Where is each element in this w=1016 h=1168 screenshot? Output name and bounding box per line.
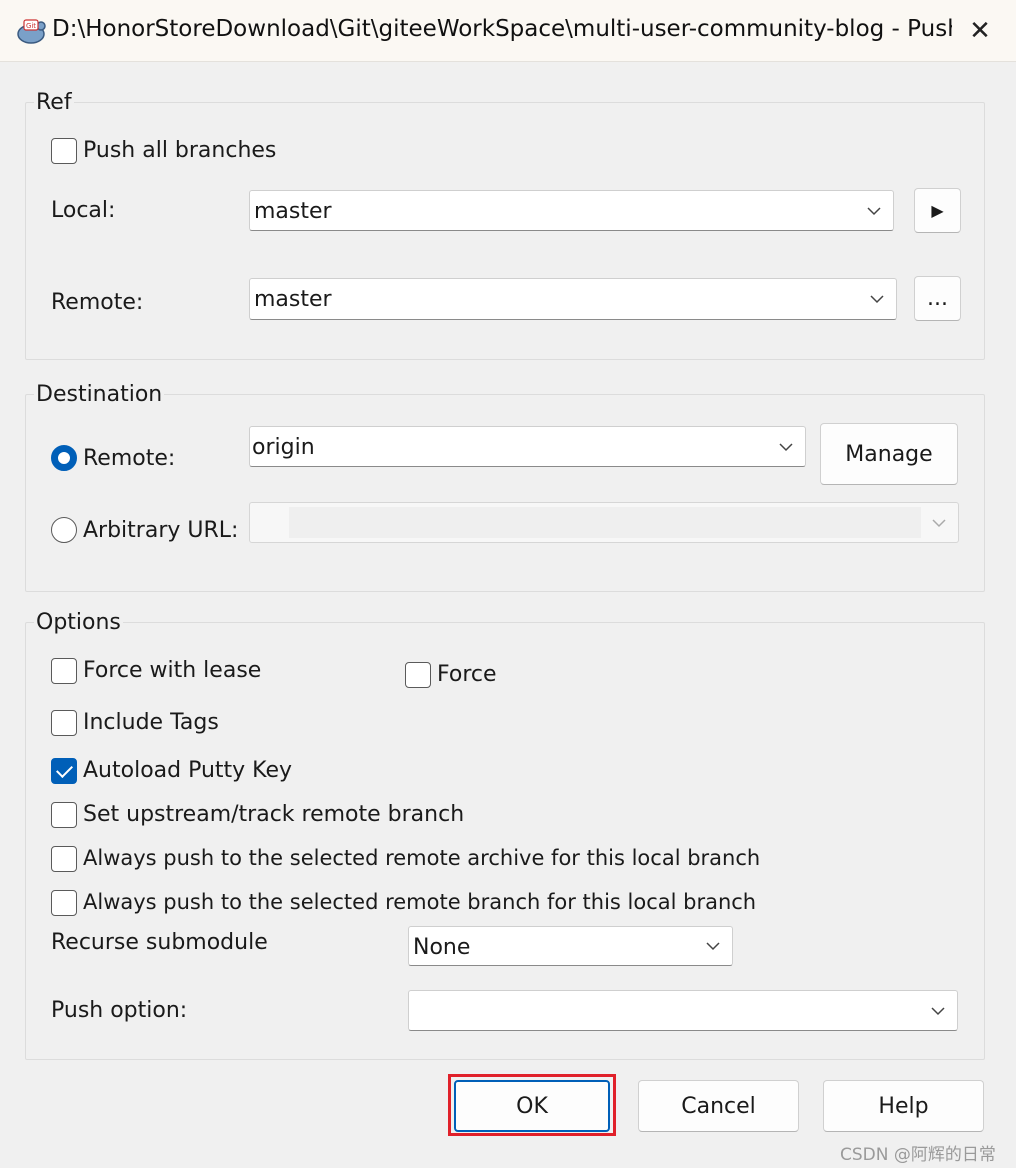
help-button[interactable]: Help [823,1080,984,1132]
local-branch-combo[interactable]: master [249,190,894,231]
watermark: CSDN @阿辉的日常 [840,1145,996,1165]
always-push-archive-label: Always push to the selected remote archi… [83,846,761,870]
play-arrow-icon: ▶ [931,201,944,220]
local-browse-button[interactable]: ▶ [914,188,961,233]
remote-branch-value: master [254,287,332,312]
always-push-branch-label: Always push to the selected remote branc… [83,890,757,914]
manage-button-label: Manage [845,441,933,467]
ok-button[interactable]: OK [454,1080,610,1132]
help-button-label: Help [878,1093,929,1119]
arbitrary-url-combo[interactable] [249,502,959,543]
include-tags-checkbox[interactable] [51,710,77,736]
close-button[interactable]: ✕ [950,6,1010,56]
chevron-down-icon [931,1006,945,1015]
push-all-branches-label: Push all branches [83,138,277,163]
always-push-archive-checkbox[interactable] [51,846,77,872]
title-bar: Git D:\HonorStoreDownload\Git\giteeWorkS… [0,0,1016,62]
remote-branch-browse-button[interactable]: ... [914,276,961,321]
manage-button[interactable]: Manage [820,423,958,485]
set-upstream-label: Set upstream/track remote branch [83,802,465,827]
svg-text:Git: Git [26,22,36,30]
include-tags-label: Include Tags [83,710,219,735]
ref-group-title: Ref [34,90,74,115]
remote-radio-label: Remote: [83,446,176,471]
remote-value: origin [252,435,315,460]
local-branch-value: master [254,199,332,224]
remote-combo[interactable]: origin [249,426,806,467]
autoload-putty-key-checkbox[interactable] [51,758,77,784]
recurse-submodule-label: Recurse submodule [51,930,268,955]
remote-radio[interactable] [51,445,77,471]
remote-branch-combo[interactable]: master [249,278,897,320]
push-option-combo[interactable] [408,990,958,1031]
force-with-lease-checkbox[interactable] [51,658,77,684]
push-all-branches-checkbox[interactable] [51,138,77,164]
autoload-putty-key-label: Autoload Putty Key [83,758,293,783]
force-checkbox[interactable] [405,662,431,688]
recurse-submodule-value: None [413,935,471,960]
local-label: Local: [51,198,116,223]
ok-button-label: OK [516,1093,548,1119]
options-group-title: Options [34,610,123,635]
force-label: Force [437,662,497,687]
chevron-down-icon [779,442,793,451]
cancel-button-label: Cancel [681,1093,756,1119]
arbitrary-url-input [289,507,921,538]
close-icon: ✕ [969,16,991,46]
tortoisegit-icon: Git [17,19,46,44]
force-with-lease-label: Force with lease [83,658,262,683]
push-option-label: Push option: [51,998,188,1023]
remote-branch-label: Remote: [51,290,144,315]
arbitrary-url-label: Arbitrary URL: [83,518,239,543]
recurse-submodule-combo[interactable]: None [408,926,733,966]
always-push-branch-checkbox[interactable] [51,890,77,916]
set-upstream-checkbox[interactable] [51,802,77,828]
window-title: D:\HonorStoreDownload\Git\giteeWorkSpace… [52,16,952,42]
chevron-down-icon [932,518,946,527]
arbitrary-url-radio[interactable] [51,517,77,543]
chevron-down-icon [706,942,720,951]
cancel-button[interactable]: Cancel [638,1080,799,1132]
chevron-down-icon [867,206,881,215]
chevron-down-icon [870,295,884,304]
destination-group-title: Destination [34,382,165,407]
remote-branch-browse-label: ... [927,286,948,311]
